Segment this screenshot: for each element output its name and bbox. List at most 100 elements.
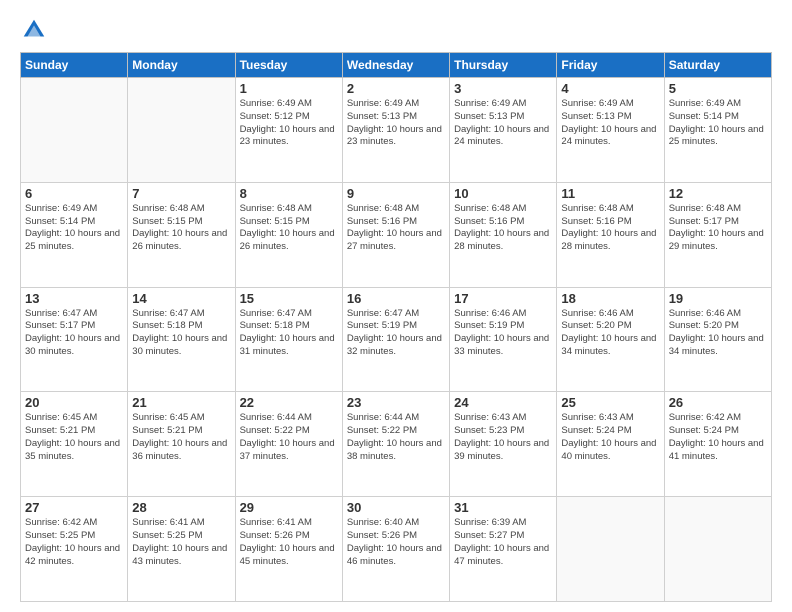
day-info: Sunrise: 6:49 AM Sunset: 5:14 PM Dayligh… [25,203,123,254]
day-number: 12 [669,186,767,201]
calendar-cell: 3 Sunrise: 6:49 AM Sunset: 5:13 PM Daylig… [450,78,557,183]
day-header-tuesday: Tuesday [235,53,342,78]
calendar-week-4: 20 Sunrise: 6:45 AM Sunset: 5:21 PM Dayli… [21,392,772,497]
day-number: 24 [454,395,552,410]
day-number: 26 [669,395,767,410]
calendar-cell [557,497,664,602]
day-number: 21 [132,395,230,410]
day-info: Sunrise: 6:40 AM Sunset: 5:26 PM Dayligh… [347,517,445,568]
day-header-thursday: Thursday [450,53,557,78]
day-number: 30 [347,500,445,515]
day-info: Sunrise: 6:49 AM Sunset: 5:13 PM Dayligh… [561,98,659,149]
calendar-cell: 21 Sunrise: 6:45 AM Sunset: 5:21 PM Dayli… [128,392,235,497]
calendar-cell: 11 Sunrise: 6:48 AM Sunset: 5:16 PM Dayli… [557,182,664,287]
day-info: Sunrise: 6:47 AM Sunset: 5:18 PM Dayligh… [240,308,338,359]
day-number: 1 [240,81,338,96]
day-header-monday: Monday [128,53,235,78]
calendar-cell: 1 Sunrise: 6:49 AM Sunset: 5:12 PM Daylig… [235,78,342,183]
day-info: Sunrise: 6:47 AM Sunset: 5:17 PM Dayligh… [25,308,123,359]
day-number: 9 [347,186,445,201]
calendar-cell: 31Sunrise: 6:39 AM Sunset: 5:27 PM Dayli… [450,497,557,602]
page: SundayMondayTuesdayWednesdayThursdayFrid… [0,0,792,612]
calendar-cell: 17Sunrise: 6:46 AM Sunset: 5:19 PM Dayli… [450,287,557,392]
logo [20,16,52,44]
calendar-cell: 6 Sunrise: 6:49 AM Sunset: 5:14 PM Daylig… [21,182,128,287]
calendar-cell: 14Sunrise: 6:47 AM Sunset: 5:18 PM Dayli… [128,287,235,392]
calendar-cell [21,78,128,183]
day-info: Sunrise: 6:44 AM Sunset: 5:22 PM Dayligh… [347,412,445,463]
calendar-cell: 20 Sunrise: 6:45 AM Sunset: 5:21 PM Dayli… [21,392,128,497]
day-number: 23 [347,395,445,410]
day-header-saturday: Saturday [664,53,771,78]
day-info: Sunrise: 6:42 AM Sunset: 5:24 PM Dayligh… [669,412,767,463]
day-header-sunday: Sunday [21,53,128,78]
day-number: 20 [25,395,123,410]
day-info: Sunrise: 6:49 AM Sunset: 5:14 PM Dayligh… [669,98,767,149]
calendar-week-5: 27 Sunrise: 6:42 AM Sunset: 5:25 PM Dayli… [21,497,772,602]
day-number: 28 [132,500,230,515]
calendar-cell: 2Sunrise: 6:49 AM Sunset: 5:13 PM Daylig… [342,78,449,183]
day-number: 18 [561,291,659,306]
calendar-cell: 12 Sunrise: 6:48 AM Sunset: 5:17 PM Dayli… [664,182,771,287]
day-number: 16 [347,291,445,306]
day-info: Sunrise: 6:49 AM Sunset: 5:13 PM Dayligh… [347,98,445,149]
day-number: 6 [25,186,123,201]
day-info: Sunrise: 6:46 AM Sunset: 5:19 PM Dayligh… [454,308,552,359]
day-info: Sunrise: 6:47 AM Sunset: 5:18 PM Dayligh… [132,308,230,359]
calendar-cell: 19 Sunrise: 6:46 AM Sunset: 5:20 PM Dayli… [664,287,771,392]
day-info: Sunrise: 6:44 AM Sunset: 5:22 PM Dayligh… [240,412,338,463]
calendar-cell: 5 Sunrise: 6:49 AM Sunset: 5:14 PM Daylig… [664,78,771,183]
day-number: 3 [454,81,552,96]
calendar-cell: 8 Sunrise: 6:48 AM Sunset: 5:15 PM Daylig… [235,182,342,287]
day-info: Sunrise: 6:49 AM Sunset: 5:12 PM Dayligh… [240,98,338,149]
day-number: 8 [240,186,338,201]
calendar-week-3: 13 Sunrise: 6:47 AM Sunset: 5:17 PM Dayli… [21,287,772,392]
day-info: Sunrise: 6:48 AM Sunset: 5:17 PM Dayligh… [669,203,767,254]
day-number: 31 [454,500,552,515]
day-info: Sunrise: 6:41 AM Sunset: 5:26 PM Dayligh… [240,517,338,568]
day-info: Sunrise: 6:43 AM Sunset: 5:24 PM Dayligh… [561,412,659,463]
day-info: Sunrise: 6:48 AM Sunset: 5:16 PM Dayligh… [561,203,659,254]
calendar-cell: 29 Sunrise: 6:41 AM Sunset: 5:26 PM Dayli… [235,497,342,602]
day-number: 29 [240,500,338,515]
day-info: Sunrise: 6:45 AM Sunset: 5:21 PM Dayligh… [132,412,230,463]
day-info: Sunrise: 6:48 AM Sunset: 5:15 PM Dayligh… [240,203,338,254]
calendar-week-2: 6 Sunrise: 6:49 AM Sunset: 5:14 PM Daylig… [21,182,772,287]
day-number: 7 [132,186,230,201]
calendar-cell: 4 Sunrise: 6:49 AM Sunset: 5:13 PM Daylig… [557,78,664,183]
day-info: Sunrise: 6:42 AM Sunset: 5:25 PM Dayligh… [25,517,123,568]
day-info: Sunrise: 6:48 AM Sunset: 5:15 PM Dayligh… [132,203,230,254]
day-info: Sunrise: 6:43 AM Sunset: 5:23 PM Dayligh… [454,412,552,463]
day-header-wednesday: Wednesday [342,53,449,78]
day-info: Sunrise: 6:45 AM Sunset: 5:21 PM Dayligh… [25,412,123,463]
header [20,16,772,44]
day-info: Sunrise: 6:47 AM Sunset: 5:19 PM Dayligh… [347,308,445,359]
calendar-cell: 24 Sunrise: 6:43 AM Sunset: 5:23 PM Dayli… [450,392,557,497]
day-info: Sunrise: 6:46 AM Sunset: 5:20 PM Dayligh… [561,308,659,359]
calendar-cell: 30 Sunrise: 6:40 AM Sunset: 5:26 PM Dayli… [342,497,449,602]
calendar-cell: 18 Sunrise: 6:46 AM Sunset: 5:20 PM Dayli… [557,287,664,392]
day-number: 13 [25,291,123,306]
calendar-cell: 15 Sunrise: 6:47 AM Sunset: 5:18 PM Dayli… [235,287,342,392]
day-info: Sunrise: 6:48 AM Sunset: 5:16 PM Dayligh… [347,203,445,254]
day-number: 15 [240,291,338,306]
calendar-cell: 10Sunrise: 6:48 AM Sunset: 5:16 PM Dayli… [450,182,557,287]
day-number: 27 [25,500,123,515]
calendar-cell: 27 Sunrise: 6:42 AM Sunset: 5:25 PM Dayli… [21,497,128,602]
day-number: 11 [561,186,659,201]
calendar-cell: 28 Sunrise: 6:41 AM Sunset: 5:25 PM Dayli… [128,497,235,602]
logo-icon [20,16,48,44]
day-info: Sunrise: 6:49 AM Sunset: 5:13 PM Dayligh… [454,98,552,149]
day-number: 4 [561,81,659,96]
day-number: 19 [669,291,767,306]
day-number: 5 [669,81,767,96]
day-number: 22 [240,395,338,410]
day-number: 10 [454,186,552,201]
calendar-cell: 16 Sunrise: 6:47 AM Sunset: 5:19 PM Dayli… [342,287,449,392]
calendar-cell: 23 Sunrise: 6:44 AM Sunset: 5:22 PM Dayli… [342,392,449,497]
day-info: Sunrise: 6:46 AM Sunset: 5:20 PM Dayligh… [669,308,767,359]
calendar-cell: 26 Sunrise: 6:42 AM Sunset: 5:24 PM Dayli… [664,392,771,497]
day-header-friday: Friday [557,53,664,78]
calendar-cell: 9 Sunrise: 6:48 AM Sunset: 5:16 PM Daylig… [342,182,449,287]
day-info: Sunrise: 6:41 AM Sunset: 5:25 PM Dayligh… [132,517,230,568]
